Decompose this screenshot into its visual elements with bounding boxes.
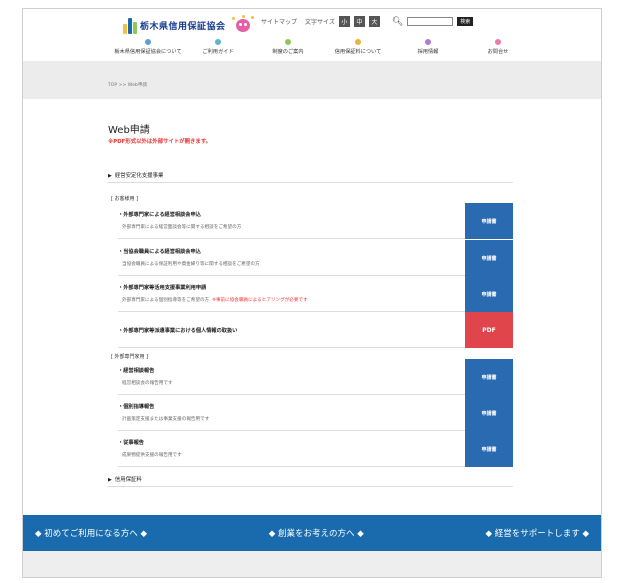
row-title: ・経営相談報告 [118, 368, 155, 374]
application-button[interactable]: 申請書 [465, 240, 513, 276]
font-size-label: 文字サイズ [305, 19, 335, 26]
nav-dot-icon [285, 39, 291, 45]
application-button[interactable]: 申請書 [465, 395, 513, 431]
mascot-icon [231, 15, 254, 35]
title-band [23, 61, 601, 99]
sitemap-link[interactable]: サイトマップ [261, 17, 297, 26]
search-input[interactable] [407, 17, 454, 26]
header: 栃木県信用保証協会 サイトマップ 文字サイズ 小 中 大 🔍︎ 検索 [23, 9, 601, 37]
nav-item-system[interactable]: 制度のご案内 [253, 39, 323, 61]
group-customer: [ お客様用 ] [111, 196, 139, 202]
search-icon: 🔍︎ [391, 16, 404, 27]
row-description: 計画策定支援または事業支援の報告用です [122, 417, 210, 422]
triangle-right-icon: ▶ [108, 173, 112, 179]
nav-dot-icon [145, 39, 151, 45]
nav-dot-icon [495, 39, 501, 45]
business-support-link[interactable]: ◆ 経営をサポートします ◆ [486, 527, 589, 539]
search-button[interactable]: 検索 [457, 17, 474, 26]
logo-mark-icon [123, 16, 137, 34]
hearing-note: ※事前に協会職員によるヒアリングが必要です [212, 298, 308, 303]
site-logo[interactable]: 栃木県信用保証協会 [123, 14, 254, 36]
list-item: ・当協会職員による経営相談会申込 当協会職員による保証利用や資金繰り等に関する相… [118, 240, 513, 276]
row-title: ・当協会職員による経営相談会申込 [118, 249, 201, 255]
page-frame: 栃木県信用保証協会 サイトマップ 文字サイズ 小 中 大 🔍︎ 検索 栃木県信用… [22, 8, 602, 578]
nav-item-guide[interactable]: ご利用ガイド [183, 39, 253, 61]
section-guarantee-fee[interactable]: ▶ 信用保証料 [108, 475, 513, 487]
first-time-users-link[interactable]: ◆ 初めてご利用になる方へ ◆ [35, 527, 147, 539]
row-title: ・外部専門家による経営相談会申込 [118, 212, 201, 218]
list-item: ・外部専門家等派遣事業における個人情報の取扱い PDF [118, 312, 513, 348]
application-button[interactable]: 申請書 [465, 431, 513, 467]
utility-bar: サイトマップ 文字サイズ 小 中 大 🔍︎ 検索 [261, 16, 474, 27]
list-item: ・従事報告 成果物提供支援の報告用です 申請書 [118, 431, 513, 467]
row-title: ・個別指導報告 [118, 404, 155, 410]
application-button[interactable]: 申請書 [465, 203, 513, 239]
breadcrumb[interactable]: TOP >> Web申請 [108, 82, 147, 88]
row-title: ・外部専門家等派遣事業における個人情報の取扱い [118, 328, 238, 334]
row-description: 経営相談会の報告用です [122, 381, 173, 386]
row-description: 成果物提供支援の報告用です [122, 453, 182, 458]
nav-item-contact[interactable]: お問合せ [463, 39, 533, 61]
footer [23, 551, 601, 577]
row-description: 外部専門家による経営面談会等に関する相談をご希望の方 [122, 225, 242, 230]
triangle-right-icon: ▶ [108, 477, 112, 483]
nav-item-fee[interactable]: 信用保証料について [323, 39, 393, 61]
nav-dot-icon [215, 39, 221, 45]
row-title: ・従事報告 [118, 440, 144, 446]
row-description: 外部専門家による個別指導等をご希望の方 ※事前に協会職員によるヒアリングが必要で… [122, 298, 308, 303]
font-size-large-button[interactable]: 大 [368, 16, 380, 27]
row-description: 当協会職員による保証利用や資金繰り等に関する相談をご希望の方 [122, 262, 260, 267]
list-item: ・個別指導報告 計画策定支援または事業支援の報告用です 申請書 [118, 395, 513, 431]
list-item: ・外部専門家による経営相談会申込 外部専門家による経営面談会等に関する相談をご希… [118, 203, 513, 239]
logo-text: 栃木県信用保証協会 [140, 21, 226, 32]
footer-banner: ◆ 初めてご利用になる方へ ◆ ◆ 創業をお考えの方へ ◆ ◆ 経営をサポートし… [23, 515, 601, 551]
nav-dot-icon [355, 39, 361, 45]
nav-dot-icon [425, 39, 431, 45]
external-site-warning: ※PDF形式以外は外部サイトが開きます。 [108, 139, 212, 145]
pdf-button[interactable]: PDF [465, 312, 513, 348]
global-nav: 栃木県信用保証協会について ご利用ガイド 制度のご案内 信用保証料について 採用… [113, 39, 533, 61]
list-item: ・経営相談報告 経営相談会の報告用です 申請書 [118, 359, 513, 395]
application-button[interactable]: 申請書 [465, 359, 513, 395]
page-title: Web申請 [108, 125, 150, 136]
application-button[interactable]: 申請書 [465, 276, 513, 312]
startup-link[interactable]: ◆ 創業をお考えの方へ ◆ [269, 527, 364, 539]
section-management-support[interactable]: ▶ 経営安定化支援事業 [108, 171, 513, 183]
list-item: ・外部専門家等活用支援事業利用申請 外部専門家による個別指導等をご希望の方 ※事… [118, 276, 513, 312]
font-size-small-button[interactable]: 小 [338, 16, 350, 27]
nav-item-recruit[interactable]: 採用情報 [393, 39, 463, 61]
nav-item-about[interactable]: 栃木県信用保証協会について [113, 39, 183, 61]
font-size-medium-button[interactable]: 中 [353, 16, 365, 27]
row-title: ・外部専門家等活用支援事業利用申請 [118, 285, 207, 291]
